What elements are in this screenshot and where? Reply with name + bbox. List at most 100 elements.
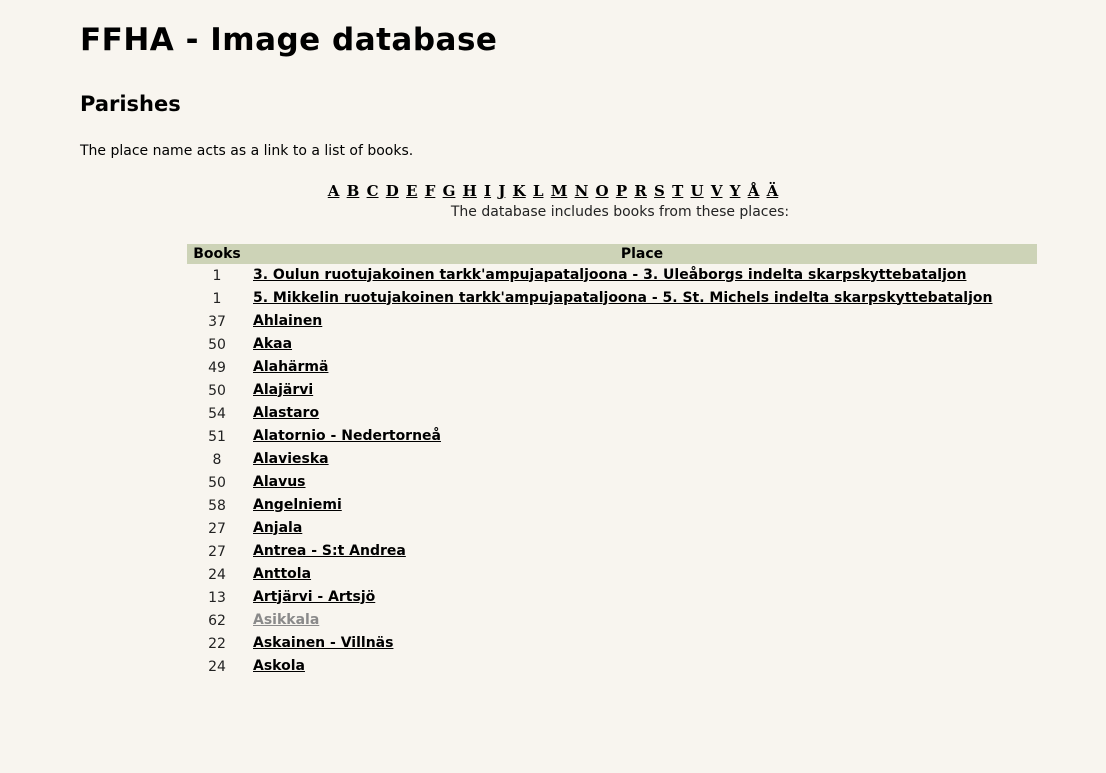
alphabet-link[interactable]: T [672,182,683,200]
place-cell: Alastaro [247,402,1037,425]
book-count: 24 [208,566,226,583]
table-row: 58 Angelniemi [187,494,1037,517]
table-caption: The database includes books from these p… [450,204,790,220]
table-row: 1 3. Oulun ruotujakoinen tarkk'ampujapata… [187,264,1037,287]
section-heading: Parishes [80,92,181,116]
place-link[interactable]: Anjala [253,520,302,536]
place-cell: Alahärmä [247,356,1037,379]
place-cell: Asikkala [247,609,1037,632]
alphabet-link[interactable]: B [347,182,360,200]
alphabet-link[interactable]: G [443,182,456,200]
place-cell: 3. Oulun ruotujakoinen tarkk'ampujapatal… [247,264,1037,287]
place-link[interactable]: Alavieska [253,451,329,467]
book-count: 1 [212,290,222,307]
book-count: 37 [208,313,226,330]
place-cell: Anttola [247,563,1037,586]
alphabet-link[interactable]: N [575,182,589,200]
book-count: 62 [208,612,226,629]
book-count: 27 [208,520,226,537]
alphabet-link[interactable]: Ä [767,182,779,200]
alphabet-link[interactable]: K [513,182,526,200]
table-row: 49 Alahärmä [187,356,1037,379]
table-row: 27 Anjala [187,517,1037,540]
alphabet-link[interactable]: E [406,182,417,200]
page: FFHA - Image database Parishes The place… [0,0,1106,773]
book-count: 50 [208,336,226,353]
book-count: 24 [208,658,226,675]
place-cell: Ahlainen [247,310,1037,333]
place-link[interactable]: Alatornio - Nedertorneå [253,428,441,444]
book-count: 51 [208,428,226,445]
place-link[interactable]: 5. Mikkelin ruotujakoinen tarkk'ampujapa… [253,290,992,306]
place-cell: Alatornio - Nedertorneå [247,425,1037,448]
alphabet-link[interactable]: P [616,182,627,200]
place-cell: Akaa [247,333,1037,356]
book-count: 49 [208,359,226,376]
book-count: 50 [208,474,226,491]
alphabet-link[interactable]: U [691,182,704,200]
table-row: 13 Artjärvi - Artsjö [187,586,1037,609]
table-row: 22 Askainen - Villnäs [187,632,1037,655]
table-row: 8 Alavieska [187,448,1037,471]
book-count: 50 [208,382,226,399]
place-cell: Alajärvi [247,379,1037,402]
book-count: 1 [212,267,222,284]
place-cell: 5. Mikkelin ruotujakoinen tarkk'ampujapa… [247,287,1037,310]
place-link[interactable]: Artjärvi - Artsjö [253,589,375,605]
place-link[interactable]: Akaa [253,336,292,352]
place-cell: Askola [247,655,1037,678]
place-link[interactable]: Alahärmä [253,359,328,375]
place-link[interactable]: Anttola [253,566,311,582]
table-row: 51 Alatornio - Nedertorneå [187,425,1037,448]
place-cell: Artjärvi - Artsjö [247,586,1037,609]
place-link[interactable]: Alastaro [253,405,319,421]
alphabet-link[interactable]: D [386,182,399,200]
alphabet-link[interactable]: L [533,182,544,200]
table-row: 50 Alavus [187,471,1037,494]
place-link[interactable]: Askola [253,658,305,674]
place-link[interactable]: 3. Oulun ruotujakoinen tarkk'ampujapatal… [253,267,966,283]
parishes-table: Books Place 1 3. Oulun ruotujakoinen tark… [187,244,1037,678]
place-link[interactable]: Askainen - Villnäs [253,635,393,651]
book-count: 27 [208,543,226,560]
table-header-row: Books Place [187,244,1037,264]
intro-text: The place name acts as a link to a list … [80,143,414,159]
place-cell: Anjala [247,517,1037,540]
alphabet-link[interactable]: H [463,182,477,200]
table-row: 50 Alajärvi [187,379,1037,402]
place-cell: Alavieska [247,448,1037,471]
alphabet-link[interactable]: Å [748,182,760,200]
alphabet-link[interactable]: C [367,182,379,200]
place-link[interactable]: Antrea - S:t Andrea [253,543,406,559]
alphabet-link[interactable]: S [654,182,665,200]
book-count: 8 [212,451,222,468]
table-row: 50 Akaa [187,333,1037,356]
alphabet-index: A B C D E F G H I J K L M N O P R S T U … [0,182,1106,200]
alphabet-link[interactable]: A [328,182,340,200]
page-title: FFHA - Image database [80,22,498,58]
book-count: 22 [208,635,226,652]
table-row: 24 Anttola [187,563,1037,586]
place-link[interactable]: Ahlainen [253,313,322,329]
table-row: 37 Ahlainen [187,310,1037,333]
alphabet-link[interactable]: O [596,182,609,200]
place-link[interactable]: Angelniemi [253,497,342,513]
place-link[interactable]: Alavus [253,474,306,490]
place-cell: Askainen - Villnäs [247,632,1037,655]
place-cell: Angelniemi [247,494,1037,517]
table-row: 62 Asikkala [187,609,1037,632]
place-link[interactable]: Alajärvi [253,382,313,398]
alphabet-link[interactable]: J [498,182,505,200]
alphabet-link[interactable]: R [634,182,646,200]
table-row: 24 Askola [187,655,1037,678]
book-count: 13 [208,589,226,606]
alphabet-link[interactable]: V [711,182,723,200]
place-link[interactable]: Asikkala [253,612,319,628]
table-row: 27 Antrea - S:t Andrea [187,540,1037,563]
alphabet-link[interactable]: M [551,182,568,200]
alphabet-link[interactable]: I [484,182,491,200]
place-column-header: Place [247,244,1037,264]
place-cell: Alavus [247,471,1037,494]
alphabet-link[interactable]: F [425,182,436,200]
alphabet-link[interactable]: Y [730,182,741,200]
